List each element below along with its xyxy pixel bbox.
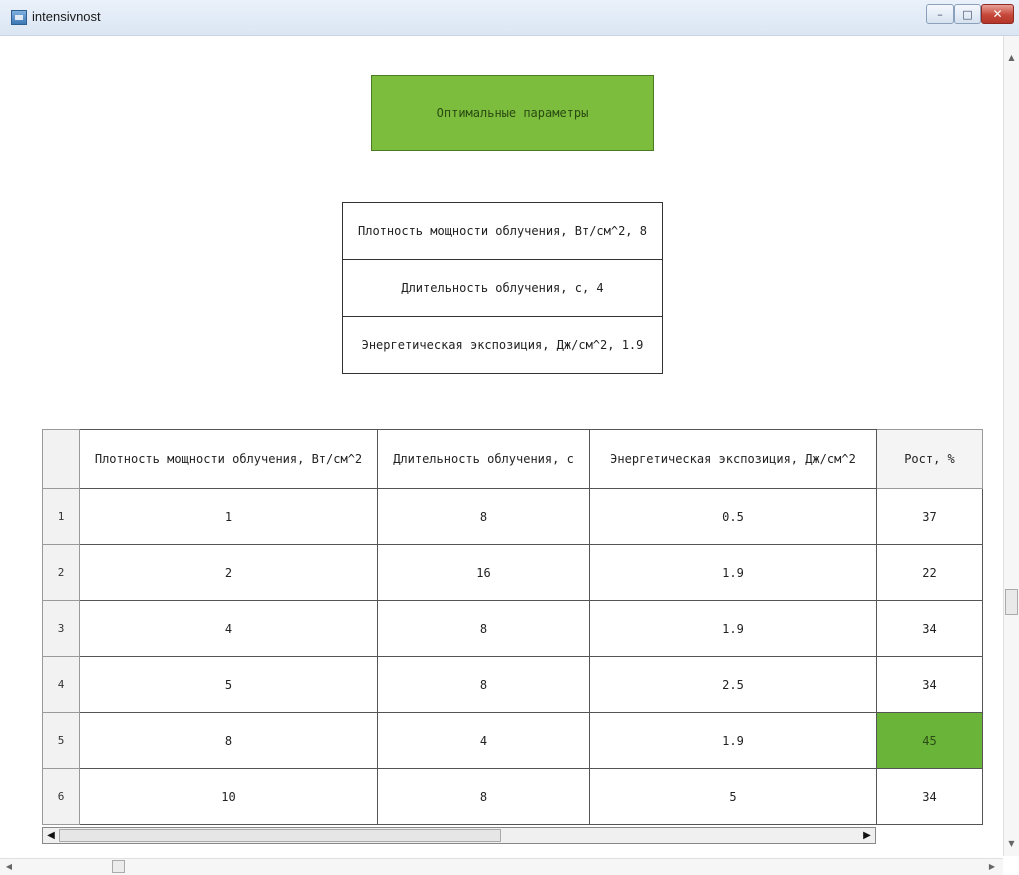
cell-power-density[interactable]: 8: [79, 712, 378, 769]
row-number[interactable]: 4: [42, 656, 80, 713]
window-scroll-right-icon[interactable]: ▶: [985, 860, 999, 874]
cell-power-density[interactable]: 4: [79, 600, 378, 657]
cell-energy-exposure[interactable]: 0.5: [589, 488, 877, 545]
maximize-button[interactable]: □: [954, 4, 981, 24]
cell-power-density[interactable]: 2: [79, 544, 378, 601]
maximize-icon: □: [962, 7, 973, 21]
title-bar: intensivnost – □ ✕: [0, 0, 1019, 36]
minimize-icon: –: [937, 7, 943, 21]
cell-power-density[interactable]: 5: [79, 656, 378, 713]
cell-energy-exposure[interactable]: 1.9: [589, 600, 877, 657]
table-row: 3 4 8 1.9 34: [42, 600, 983, 657]
window-scroll-left-icon[interactable]: ◀: [2, 860, 16, 874]
summary-power-density: Плотность мощности облучения, Вт/см^2, 8: [343, 203, 662, 260]
row-number[interactable]: 5: [42, 712, 80, 769]
close-icon: ✕: [992, 7, 1003, 21]
scroll-down-icon[interactable]: ▼: [1004, 836, 1019, 852]
optimal-parameters-summary: Плотность мощности облучения, Вт/см^2, 8…: [342, 202, 663, 374]
cell-energy-exposure[interactable]: 2.5: [589, 656, 877, 713]
cell-duration[interactable]: 8: [377, 768, 590, 825]
row-number[interactable]: 6: [42, 768, 80, 825]
cell-duration[interactable]: 8: [377, 600, 590, 657]
window-horizontal-scrollbar[interactable]: ◀ ▶: [0, 858, 1003, 875]
table-header-row: Плотность мощности облучения, Вт/см^2 Дл…: [42, 429, 983, 489]
cell-duration[interactable]: 8: [377, 656, 590, 713]
optimal-parameters-label: Оптимальные параметры: [436, 106, 589, 120]
window-title: intensivnost: [32, 9, 101, 24]
row-number[interactable]: 2: [42, 544, 80, 601]
cell-energy-exposure[interactable]: 1.9: [589, 544, 877, 601]
cell-growth[interactable]: 34: [876, 768, 983, 825]
cell-power-density[interactable]: 1: [79, 488, 378, 545]
cell-growth[interactable]: 37: [876, 488, 983, 545]
vertical-scroll-thumb[interactable]: [1005, 589, 1018, 615]
table-row-optimal: 5 8 4 1.9 45: [42, 712, 983, 769]
cell-duration[interactable]: 4: [377, 712, 590, 769]
cell-growth[interactable]: 34: [876, 656, 983, 713]
cell-growth-optimal[interactable]: 45: [876, 712, 983, 769]
results-table: Плотность мощности облучения, Вт/см^2 Дл…: [42, 429, 983, 825]
cell-energy-exposure[interactable]: 1.9: [589, 712, 877, 769]
table-scroll-thumb[interactable]: [59, 829, 501, 842]
scroll-left-icon[interactable]: ◀: [43, 828, 59, 843]
cell-duration[interactable]: 16: [377, 544, 590, 601]
window-vertical-scrollbar[interactable]: ▲ ▼: [1003, 36, 1019, 856]
header-growth[interactable]: Рост, %: [876, 429, 983, 489]
row-number[interactable]: 1: [42, 488, 80, 545]
table-corner[interactable]: [42, 429, 80, 489]
table-horizontal-scrollbar[interactable]: ◀ ▶: [42, 827, 876, 844]
row-number[interactable]: 3: [42, 600, 80, 657]
close-button[interactable]: ✕: [981, 4, 1014, 24]
cell-energy-exposure[interactable]: 5: [589, 768, 877, 825]
cell-growth[interactable]: 34: [876, 600, 983, 657]
scroll-up-icon[interactable]: ▲: [1004, 50, 1019, 66]
optimal-parameters-button[interactable]: Оптимальные параметры: [371, 75, 654, 151]
minimize-button[interactable]: –: [926, 4, 954, 24]
table-row: 6 10 8 5 34: [42, 768, 983, 825]
cell-power-density[interactable]: 10: [79, 768, 378, 825]
header-duration[interactable]: Длительность облучения, с: [377, 429, 590, 489]
table-row: 1 1 8 0.5 37: [42, 488, 983, 545]
summary-energy-exposure: Энергетическая экспозиция, Дж/см^2, 1.9: [361, 338, 644, 352]
window-scroll-thumb[interactable]: [112, 860, 125, 873]
scroll-right-icon[interactable]: ▶: [859, 828, 875, 843]
cell-growth[interactable]: 22: [876, 544, 983, 601]
app-icon: [11, 10, 27, 25]
header-energy-exposure[interactable]: Энергетическая экспозиция, Дж/см^2: [589, 429, 877, 489]
table-row: 4 5 8 2.5 34: [42, 656, 983, 713]
summary-duration: Длительность облучения, с, 4: [343, 260, 662, 317]
header-power-density[interactable]: Плотность мощности облучения, Вт/см^2: [79, 429, 378, 489]
table-row: 2 2 16 1.9 22: [42, 544, 983, 601]
cell-duration[interactable]: 8: [377, 488, 590, 545]
